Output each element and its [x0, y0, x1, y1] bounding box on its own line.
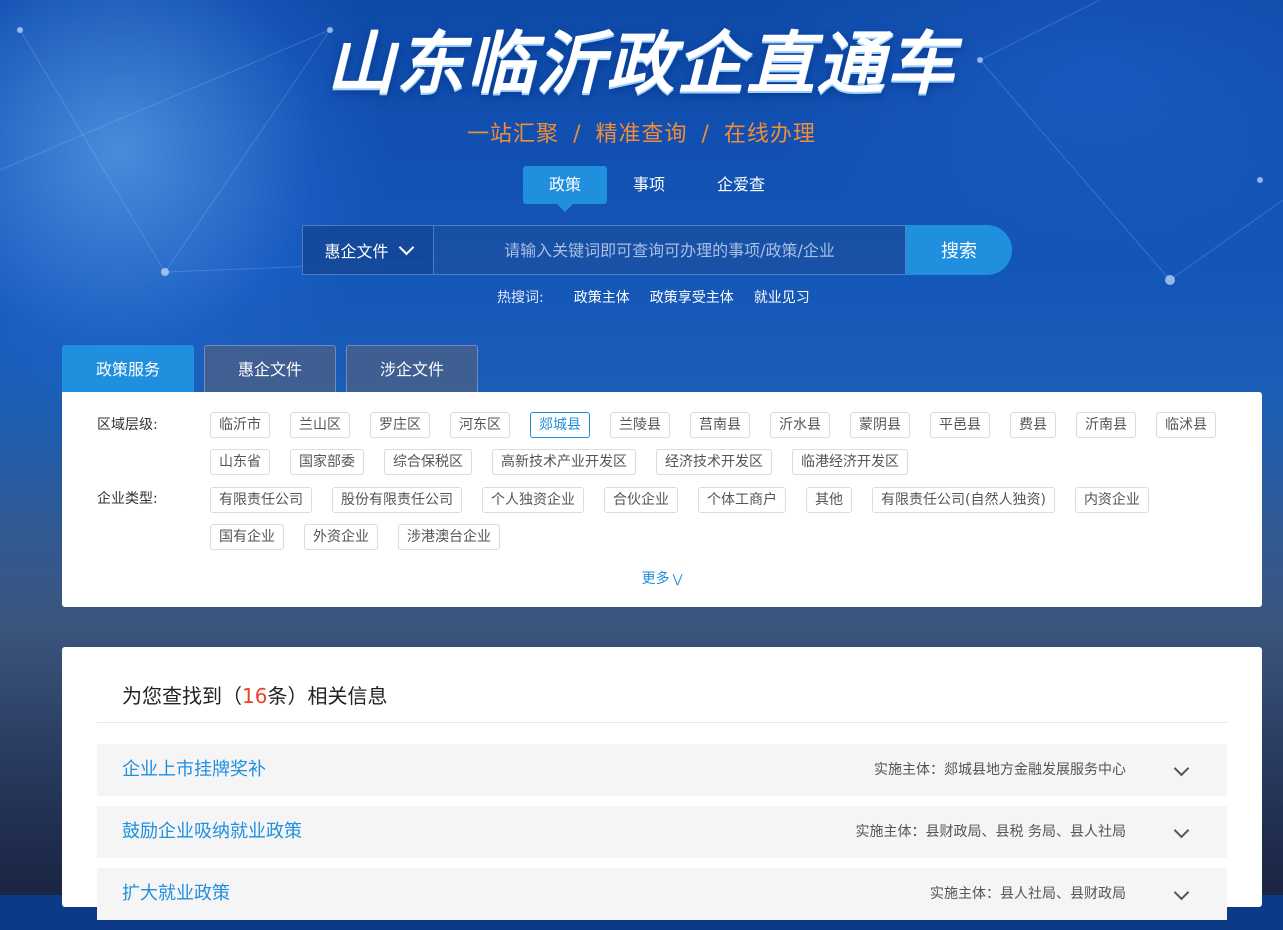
- filter-chip[interactable]: 内资企业: [1074, 487, 1149, 513]
- result-title-link[interactable]: 扩大就业政策: [122, 868, 230, 920]
- site-title: 山东临沂政企直通车: [326, 25, 957, 104]
- filter-chip[interactable]: 综合保税区: [384, 449, 472, 475]
- filter-chip[interactable]: 其他: [806, 487, 852, 513]
- more-label: 更多: [641, 571, 670, 587]
- search-type-label: 惠企文件: [324, 242, 389, 261]
- subtitle-separator: /: [573, 122, 582, 147]
- filter-chip[interactable]: 临沭县: [1156, 412, 1216, 438]
- chevron-down-icon: [398, 239, 414, 256]
- expand-chevron-icon[interactable]: [1173, 884, 1190, 901]
- filter-chip[interactable]: 莒南县: [690, 412, 750, 438]
- policy-panel-tabs: 政策服务 惠企文件 涉企文件: [62, 345, 478, 392]
- filter-chip[interactable]: 蒙阴县: [850, 412, 910, 438]
- filter-chip[interactable]: 外资企业: [304, 524, 378, 550]
- result-row[interactable]: 企业上市挂牌奖补 实施主体：郯城县地方金融发展服务中心: [97, 744, 1227, 796]
- filter-chip[interactable]: 平邑县: [930, 412, 990, 438]
- filter-chip[interactable]: 兰陵县: [610, 412, 670, 438]
- filter-chip[interactable]: 经济技术开发区: [656, 449, 772, 475]
- filter-chip[interactable]: 沂水县: [770, 412, 830, 438]
- tab-policy[interactable]: 政策: [523, 166, 608, 212]
- subtitle-part: 一站汇聚: [467, 122, 560, 147]
- filter-chip[interactable]: 国有企业: [210, 524, 284, 550]
- result-agency: 实施主体：县财政局、县税 务局、县人社局: [855, 824, 1126, 840]
- tab-matters[interactable]: 事项: [607, 166, 691, 204]
- filter-chip[interactable]: 临沂市: [210, 412, 270, 438]
- filter-chip[interactable]: 股份有限责任公司: [332, 487, 462, 513]
- filter-chip[interactable]: 郯城县: [530, 412, 590, 438]
- search-button[interactable]: 搜索: [906, 225, 1012, 275]
- results-panel: 为您查找到（16条）相关信息 企业上市挂牌奖补 实施主体：郯城县地方金融发展服务中…: [62, 647, 1262, 920]
- expand-chevron-icon[interactable]: [1173, 822, 1190, 839]
- filter-chip[interactable]: 临港经济开发区: [792, 449, 908, 475]
- region-filter-options: 临沂市 兰山区 罗庄区 河东区 郯城县 兰陵县 莒南县 沂水县 蒙阴县 平邑县 费县 沂南县 临沭县山东…: [210, 412, 1230, 475]
- result-agency: 实施主体：县人社局、县财政局: [930, 886, 1126, 902]
- double-chevron-down-icon: ⋁: [672, 572, 683, 586]
- results-prefix: 为您查找到（: [122, 684, 242, 708]
- filter-chip[interactable]: 国家部委: [290, 449, 364, 475]
- search-category-tabs: 政策 事项 企爱查: [523, 166, 791, 212]
- subtitle-part: 精准查询: [595, 122, 688, 147]
- more-filters-toggle[interactable]: 更多 ⋁: [62, 568, 1262, 588]
- result-title-link[interactable]: 企业上市挂牌奖补: [122, 744, 266, 796]
- tab-policy-service[interactable]: 政策服务: [62, 345, 194, 392]
- filter-chip[interactable]: 个体工商户: [698, 487, 786, 513]
- subtitle-part: 在线办理: [723, 122, 816, 147]
- results-suffix: 条）相关信息: [267, 684, 388, 708]
- results-count-heading: 为您查找到（16条）相关信息: [97, 647, 1227, 723]
- filter-chip[interactable]: 个人独资企业: [482, 487, 584, 513]
- filter-chip[interactable]: 高新技术产业开发区: [492, 449, 636, 475]
- search-input[interactable]: [434, 225, 906, 275]
- filter-chip[interactable]: 费县: [1010, 412, 1056, 438]
- hot-search-words: 热搜词: 政策主体 政策享受主体 就业见习: [497, 287, 810, 307]
- result-title-link[interactable]: 鼓励企业吸纳就业政策: [122, 806, 302, 858]
- filter-chip[interactable]: 山东省: [210, 449, 270, 475]
- filter-chip[interactable]: 涉港澳台企业: [398, 524, 500, 550]
- filter-chip[interactable]: 河东区: [450, 412, 510, 438]
- filter-chip[interactable]: 罗庄区: [370, 412, 430, 438]
- tab-benefit-documents[interactable]: 惠企文件: [204, 345, 336, 392]
- site-subtitle: 一站汇聚 / 精准查询 / 在线办理: [0, 116, 1283, 148]
- enterprise-type-filter-label: 企业类型:: [97, 491, 158, 507]
- result-row[interactable]: 鼓励企业吸纳就业政策 实施主体：县财政局、县税 务局、县人社局: [97, 806, 1227, 858]
- filter-chip[interactable]: 有限责任公司(自然人独资): [872, 487, 1055, 513]
- result-row[interactable]: 扩大就业政策 实施主体：县人社局、县财政局: [97, 868, 1227, 920]
- hot-word-link[interactable]: 政策享受主体: [650, 287, 734, 307]
- result-agency: 实施主体：郯城县地方金融发展服务中心: [874, 762, 1126, 778]
- filter-chip[interactable]: 合伙企业: [604, 487, 678, 513]
- filter-chip[interactable]: 有限责任公司: [210, 487, 312, 513]
- hot-word-link[interactable]: 就业见习: [754, 287, 810, 307]
- filter-panel: 区域层级: 临沂市 兰山区 罗庄区 河东区 郯城县 兰陵县 莒南县 沂水县 蒙阴县 平邑县 费县 沂南…: [62, 392, 1262, 607]
- tab-enterprise-documents[interactable]: 涉企文件: [346, 345, 478, 392]
- filter-chip[interactable]: 沂南县: [1076, 412, 1136, 438]
- search-type-select[interactable]: 惠企文件: [302, 225, 434, 275]
- tab-enterprise-lookup[interactable]: 企爱查: [691, 166, 791, 204]
- hot-word-link[interactable]: 政策主体: [574, 287, 630, 307]
- enterprise-type-filter-options: 有限责任公司 股份有限责任公司 个人独资企业 合伙企业 个体工商户 其他 有限责任公司(自然…: [210, 487, 1230, 550]
- results-count: 16: [242, 684, 268, 708]
- search-bar: 惠企文件 搜索: [302, 225, 1012, 275]
- filter-chip[interactable]: 兰山区: [290, 412, 350, 438]
- hot-search-label: 热搜词:: [497, 290, 544, 306]
- results-list: 企业上市挂牌奖补 实施主体：郯城县地方金融发展服务中心 鼓励企业吸纳就业政策 实施主体…: [97, 744, 1227, 930]
- expand-chevron-icon[interactable]: [1173, 760, 1190, 777]
- region-filter-label: 区域层级:: [97, 417, 158, 433]
- subtitle-separator: /: [701, 122, 710, 147]
